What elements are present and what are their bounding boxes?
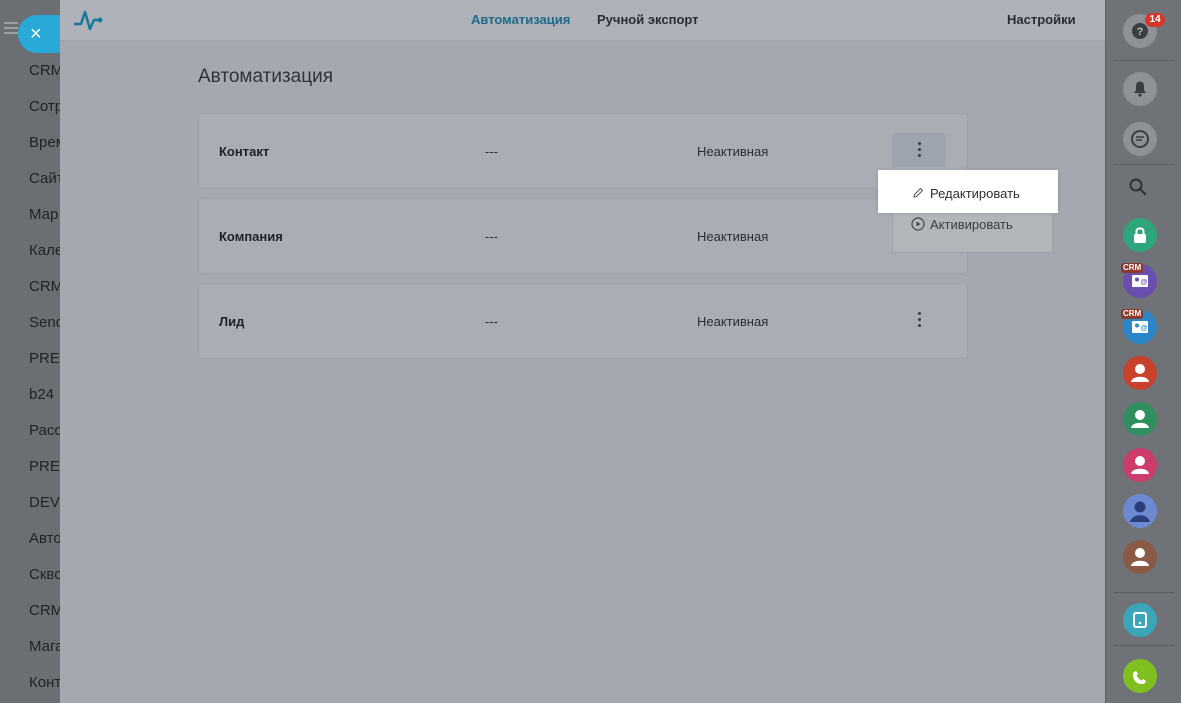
lock-icon	[1123, 218, 1157, 252]
row-actions-button[interactable]	[892, 133, 946, 167]
automation-row-company: Компания --- Неактивная	[198, 198, 968, 274]
left-menu-item[interactable]: Send	[29, 314, 60, 331]
left-menu-item[interactable]: Скво	[29, 566, 60, 583]
share-icon	[1123, 603, 1157, 637]
user-avatar[interactable]	[1123, 540, 1157, 574]
entity-name: Контакт	[219, 144, 270, 159]
left-menu-item[interactable]: Сайт	[29, 170, 60, 187]
entity-value: ---	[485, 314, 498, 329]
menu-item-label: Редактировать	[930, 186, 1020, 201]
user-avatar[interactable]	[1123, 494, 1157, 528]
status-text: Неактивная	[697, 229, 769, 244]
call-button[interactable]	[1123, 659, 1157, 693]
left-menu-item[interactable]: PRE	[29, 458, 60, 475]
menu-item-activate[interactable]: Активировать	[911, 217, 1013, 232]
chat-icon	[1131, 130, 1149, 148]
user-avatar[interactable]	[1123, 356, 1157, 390]
messenger-button[interactable]	[1123, 122, 1157, 156]
user-photo	[1123, 494, 1157, 528]
left-menu-item[interactable]: Врем	[29, 134, 60, 151]
lock-button[interactable]	[1123, 218, 1157, 252]
left-menu-item[interactable]: PRE	[29, 350, 60, 367]
close-icon: ×	[30, 23, 42, 45]
entity-value: ---	[485, 229, 498, 244]
left-menu-item[interactable]: Авто	[29, 530, 60, 547]
user-icon	[1123, 356, 1157, 390]
left-menu-item[interactable]: Расс	[29, 422, 60, 439]
entity-value: ---	[485, 144, 498, 159]
settings-link[interactable]: Настройки	[1007, 12, 1076, 27]
status-text: Неактивная	[697, 314, 769, 329]
left-menu-item[interactable]: CRM	[29, 602, 60, 619]
screen-share-button[interactable]	[1123, 603, 1157, 637]
user-avatar[interactable]	[1123, 448, 1157, 482]
left-menu-item[interactable]: b24	[29, 386, 54, 403]
user-icon	[1123, 402, 1157, 436]
automation-row-contact: Контакт --- Неактивная	[198, 113, 968, 189]
entity-name: Лид	[219, 314, 245, 329]
user-icon	[1123, 540, 1157, 574]
menu-item-edit[interactable]: Редактировать	[911, 186, 1020, 201]
tab-manual-export[interactable]: Ручной экспорт	[597, 12, 699, 27]
menu-burger-icon[interactable]	[4, 22, 18, 36]
left-menu-item[interactable]: DEV	[29, 494, 60, 511]
notifications-button[interactable]	[1123, 72, 1157, 106]
left-menu-item[interactable]: Мар	[29, 206, 58, 223]
left-menu-item[interactable]: CRM	[29, 278, 60, 295]
background-left-menu: CRM Сотр Врем Сайт Мар Кале CRM Send PRE…	[0, 0, 60, 703]
svg-text:@: @	[1141, 279, 1148, 286]
automation-row-lead: Лид --- Неактивная	[198, 283, 968, 359]
svg-text:?: ?	[1137, 26, 1144, 38]
phone-icon	[1123, 659, 1157, 693]
page-title: Автоматизация	[198, 66, 333, 87]
pencil-icon	[913, 187, 924, 198]
close-slider-button[interactable]: ×	[18, 15, 60, 53]
bell-icon	[1134, 81, 1146, 97]
user-icon	[1123, 448, 1157, 482]
top-navigation-bar: Автоматизация Ручной экспорт Настройки	[60, 0, 1105, 41]
crm-tag: CRM	[1121, 263, 1144, 273]
crm-tag: CRM	[1121, 309, 1144, 319]
row-actions-button[interactable]	[892, 303, 946, 337]
play-circle-icon	[911, 217, 925, 231]
right-sidebar: ? @ CRM @ CRM	[1105, 0, 1181, 703]
menu-item-label: Активировать	[930, 217, 1013, 232]
left-menu-item[interactable]: Сотр	[29, 98, 60, 115]
left-menu-item[interactable]: CRM	[29, 62, 60, 79]
left-menu-item[interactable]: Конт	[29, 674, 60, 691]
search-icon[interactable]	[1128, 177, 1148, 197]
entity-name: Компания	[219, 229, 283, 244]
svg-text:@: @	[1141, 325, 1148, 332]
tab-automation[interactable]: Автоматизация	[471, 12, 570, 27]
app-logo-icon	[74, 10, 103, 31]
user-avatar[interactable]	[1123, 402, 1157, 436]
left-menu-item[interactable]: Мага	[29, 638, 60, 655]
status-text: Неактивная	[697, 144, 769, 159]
left-menu-item[interactable]: Кале	[29, 242, 60, 259]
help-badge: 14	[1145, 13, 1165, 27]
automation-panel: Автоматизация Ручной экспорт Настройки А…	[60, 0, 1105, 703]
